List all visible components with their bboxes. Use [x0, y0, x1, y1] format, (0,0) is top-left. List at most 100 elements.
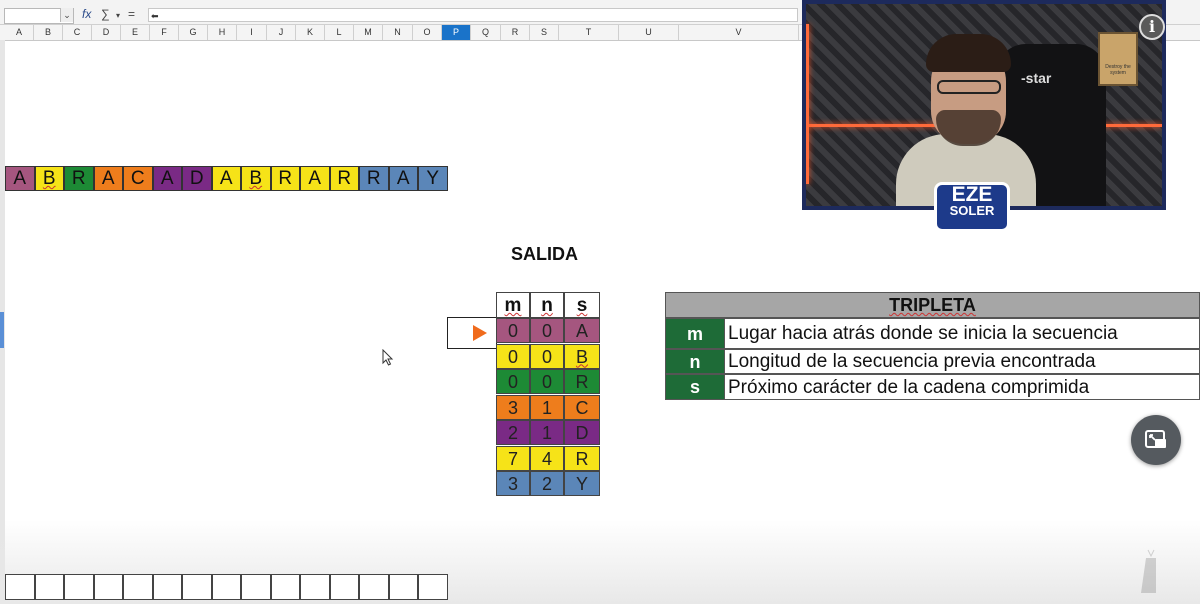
output-title: SALIDA — [511, 244, 578, 264]
output-cell-m[interactable]: 2 — [496, 420, 530, 445]
sequence-cell[interactable]: D — [182, 166, 212, 191]
column-header-t[interactable]: T — [559, 25, 619, 40]
tripleta-key-s: s — [665, 374, 725, 400]
empty-cell[interactable] — [388, 574, 418, 600]
output-cell-value: 1 — [541, 397, 552, 418]
output-cell-s[interactable]: R — [564, 369, 600, 394]
empty-cell[interactable] — [123, 574, 153, 600]
empty-cell[interactable] — [329, 574, 359, 600]
output-cell-n[interactable]: 2 — [530, 471, 564, 496]
output-cell-m[interactable]: 7 — [496, 445, 530, 471]
empty-cell[interactable] — [418, 574, 448, 600]
output-cell-n[interactable]: 0 — [530, 369, 564, 394]
column-header-v[interactable]: V — [679, 25, 799, 40]
formula-input[interactable]: ⬅ — [148, 8, 798, 22]
output-cell-n[interactable]: 0 — [530, 318, 564, 343]
sequence-cell[interactable]: R — [270, 166, 300, 191]
sequence-letter: B — [249, 168, 263, 189]
mouse-cursor-icon — [382, 349, 394, 366]
output-cell-value: 0 — [507, 321, 518, 341]
sequence-cell[interactable]: A — [152, 166, 182, 191]
sequence-cell[interactable]: Y — [418, 166, 448, 191]
info-icon[interactable]: i — [1139, 14, 1165, 40]
column-header-n[interactable]: N — [383, 25, 413, 40]
output-cell-m[interactable]: 3 — [496, 471, 530, 496]
webcam-light-strip-vertical — [806, 24, 809, 184]
column-header-i[interactable]: I — [237, 25, 267, 40]
sequence-cell[interactable]: A — [5, 166, 35, 191]
empty-cell[interactable] — [211, 574, 241, 600]
column-header-j[interactable]: J — [267, 25, 296, 40]
column-header-a[interactable]: A — [5, 25, 34, 40]
webcam-person-hair — [926, 34, 1011, 72]
sequence-cell[interactable]: A — [211, 166, 241, 191]
name-box-dropdown-icon[interactable]: ⌄ — [60, 8, 73, 22]
webcam-poster: Destroy the system — [1098, 32, 1138, 86]
empty-cell[interactable] — [359, 574, 389, 600]
output-cell-n[interactable]: 4 — [530, 445, 564, 471]
output-cell-n[interactable]: 0 — [530, 343, 564, 369]
column-header-o[interactable]: O — [413, 25, 442, 40]
sequence-cell[interactable]: R — [329, 166, 359, 191]
sum-dropdown-icon[interactable]: ▾ — [116, 11, 120, 20]
empty-cell[interactable] — [300, 574, 330, 600]
column-header-h[interactable]: H — [208, 25, 237, 40]
empty-cell[interactable] — [241, 574, 271, 600]
output-header-text: m — [504, 295, 522, 316]
empty-cell[interactable] — [182, 574, 212, 600]
tripleta-description-n: Longitud de la secuencia previa encontra… — [725, 349, 1200, 374]
picture-in-picture-button[interactable] — [1131, 415, 1181, 465]
output-cell-n[interactable]: 1 — [530, 394, 564, 420]
output-cell-s[interactable]: R — [564, 445, 600, 471]
sequence-cell[interactable]: R — [359, 166, 389, 191]
output-cell-s[interactable]: B — [564, 343, 600, 369]
sum-button[interactable]: ∑ — [101, 7, 110, 21]
output-cell-s[interactable]: D — [564, 420, 600, 445]
column-header-u[interactable]: U — [619, 25, 679, 40]
column-header-c[interactable]: C — [63, 25, 92, 40]
empty-cell[interactable] — [34, 574, 64, 600]
sequence-letter: R — [337, 168, 352, 189]
sequence-letter: Y — [426, 168, 440, 189]
formula-button[interactable]: = — [128, 7, 135, 21]
column-header-g[interactable]: G — [179, 25, 208, 40]
empty-cell[interactable] — [152, 574, 182, 600]
sequence-cell[interactable]: R — [64, 166, 94, 191]
column-header-f[interactable]: F — [150, 25, 179, 40]
sequence-cell[interactable]: A — [388, 166, 418, 191]
logo-line-2: SOLER — [949, 203, 995, 218]
output-cell-value: D — [575, 423, 589, 443]
pointer-cell[interactable] — [447, 317, 497, 349]
column-header-e[interactable]: E — [121, 25, 150, 40]
empty-cell[interactable] — [5, 574, 35, 600]
output-cell-value: 2 — [507, 423, 518, 443]
empty-cell[interactable] — [93, 574, 123, 600]
column-header-q[interactable]: Q — [471, 25, 501, 40]
output-header-n: n — [530, 292, 564, 318]
output-cell-m[interactable]: 0 — [496, 318, 530, 343]
column-header-d[interactable]: D — [92, 25, 121, 40]
output-cell-s[interactable]: Y — [564, 471, 600, 496]
output-cell-m[interactable]: 0 — [496, 343, 530, 369]
output-cell-value: 1 — [541, 423, 552, 443]
sequence-cell[interactable]: B — [34, 166, 64, 191]
column-header-k[interactable]: K — [296, 25, 325, 40]
sequence-cell[interactable]: A — [300, 166, 330, 191]
empty-cell[interactable] — [64, 574, 94, 600]
column-header-r[interactable]: R — [501, 25, 530, 40]
function-wizard-button[interactable]: fx — [82, 7, 91, 21]
column-header-b[interactable]: B — [34, 25, 63, 40]
column-header-m[interactable]: M — [354, 25, 383, 40]
empty-cell[interactable] — [270, 574, 300, 600]
output-cell-m[interactable]: 3 — [496, 394, 530, 420]
output-cell-n[interactable]: 1 — [530, 420, 564, 445]
column-header-s[interactable]: S — [530, 25, 559, 40]
sequence-cell[interactable]: B — [241, 166, 271, 191]
output-cell-s[interactable]: C — [564, 394, 600, 420]
column-header-p[interactable]: P — [442, 25, 471, 40]
sequence-cell[interactable]: C — [123, 166, 153, 191]
output-cell-m[interactable]: 0 — [496, 369, 530, 394]
output-cell-s[interactable]: A — [564, 318, 600, 343]
column-header-l[interactable]: L — [325, 25, 354, 40]
sequence-cell[interactable]: A — [93, 166, 123, 191]
